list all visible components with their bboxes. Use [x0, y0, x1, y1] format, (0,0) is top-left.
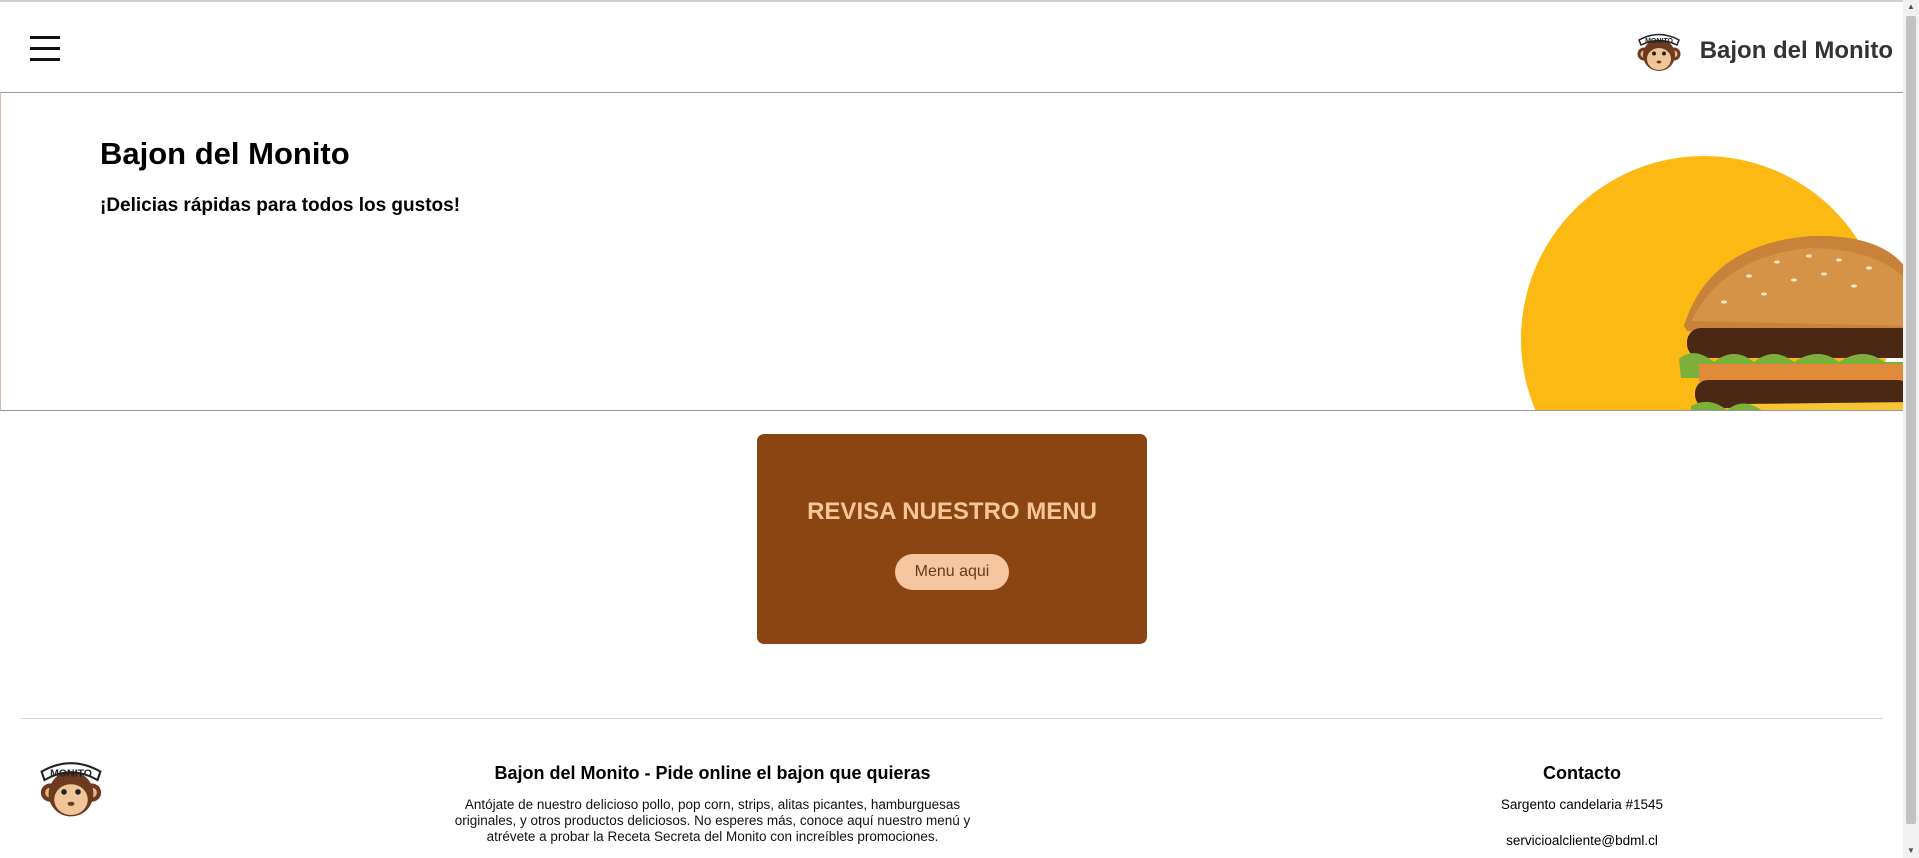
footer-about-title: Bajon del Monito - Pide online el bajon … [494, 763, 931, 783]
page: MONITO Bajon del Monito Bajon del Monito… [0, 0, 1903, 858]
footer-about-text: Antójate de nuestro delicioso pollo, pop… [454, 797, 971, 844]
scroll-down-arrow-icon[interactable]: ▼ [1903, 844, 1919, 858]
footer-contact: Contacto Sargento candelaria #1545 servi… [1432, 763, 1732, 858]
brand-link[interactable]: MONITO Bajon del Monito [1634, 26, 1893, 76]
burger-hero-image [1521, 156, 1903, 410]
promo-title: REVISA NUESTRO MENU [807, 498, 1097, 525]
hamburger-menu-icon[interactable] [30, 36, 60, 62]
footer-email[interactable]: servicioalcliente@bdml.cl [1432, 833, 1732, 849]
footer-monkey-logo-icon: MONITO [40, 762, 102, 817]
footer-contact-title: Contacto [1543, 763, 1621, 783]
scroll-up-arrow-icon[interactable]: ▲ [1903, 0, 1919, 14]
footer-about: Bajon del Monito - Pide online el bajon … [440, 763, 985, 845]
footer-logo-text: MONITO [50, 768, 92, 780]
menu-button[interactable]: Menu aqui [894, 554, 1010, 590]
top-navbar: MONITO Bajon del Monito [0, 0, 1903, 93]
footer-divider [20, 718, 1883, 719]
menu-promo-card: REVISA NUESTRO MENU Menu aqui [757, 434, 1147, 644]
hero-subtitle: ¡Delicias rápidas para todos los gustos! [100, 195, 461, 216]
monkey-logo-icon: MONITO [1637, 33, 1681, 71]
scrollbar-thumb[interactable] [1906, 16, 1916, 824]
vertical-scrollbar[interactable]: ▲ ▼ [1903, 0, 1919, 858]
logo-text: MONITO [1645, 38, 1673, 45]
hero-section: Bajon del Monito ¡Delicias rápidas para … [0, 92, 1903, 411]
footer-address: Sargento candelaria #1545 [1500, 797, 1664, 812]
hero-title: Bajon del Monito [100, 136, 350, 171]
brand-name[interactable]: Bajon del Monito [1700, 37, 1893, 65]
